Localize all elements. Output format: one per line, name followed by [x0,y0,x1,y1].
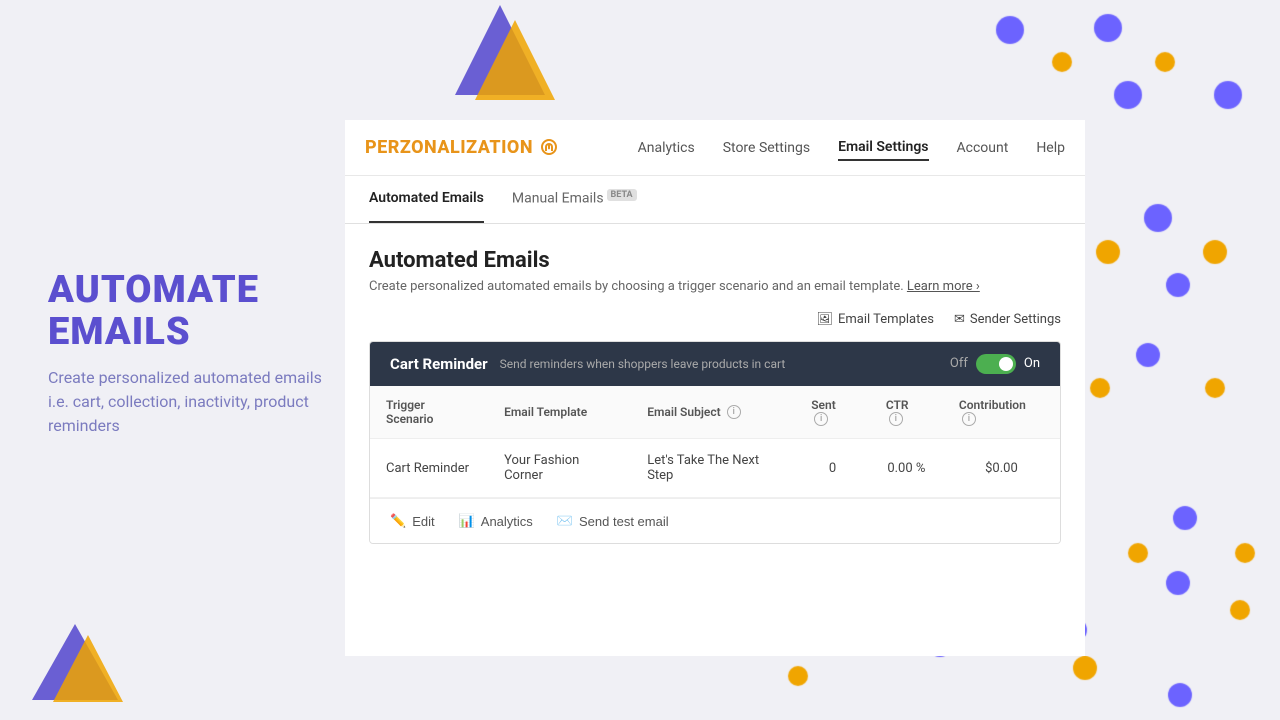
cell-sent: 0 [795,439,870,498]
table-container: Trigger Scenario Email Template Email Su… [370,386,1060,499]
analytics-button[interactable]: 📊 Analytics [459,513,533,529]
cell-subject: Let's Take The Next Step [631,439,795,498]
sent-info-icon: i [814,412,828,426]
learn-more-link[interactable]: Learn more › [907,279,980,294]
toggle-off-label: Off [950,356,968,371]
nav-logo: PERZONALIZATION [365,137,557,158]
card-footer: ✏️ Edit 📊 Analytics ✉️ Send test email [370,498,1060,543]
th-contribution: Contribution i [943,386,1060,439]
cart-reminder-card: Cart Reminder Send reminders when shoppe… [369,341,1061,545]
top-logo [435,0,565,115]
th-subject: Email Subject i [631,386,795,439]
nav-help[interactable]: Help [1036,136,1065,160]
th-sent: Sent i [795,386,870,439]
nav-account[interactable]: Account [957,136,1009,160]
hero-section: AUTOMATE EMAILS Create personalized auto… [48,270,338,438]
nav-links: Analytics Store Settings Email Settings … [638,135,1065,161]
content-area: Automated Emails Create personalized aut… [345,224,1085,545]
data-table: Trigger Scenario Email Template Email Su… [370,386,1060,499]
cart-reminder-desc: Send reminders when shoppers leave produ… [500,357,950,371]
bottom-logo [28,620,123,705]
page-description: Create personalized automated emails by … [369,279,1061,294]
cell-template: Your Fashion Corner [488,439,631,498]
cell-contribution: $0.00 [943,439,1060,498]
email-templates-link[interactable]: 🖼 Email Templates [816,312,933,327]
ctr-info-icon: i [889,412,903,426]
th-trigger: Trigger Scenario [370,386,488,439]
email-templates-icon: 🖼 [816,312,833,327]
send-test-email-button[interactable]: ✉️ Send test email [557,513,669,529]
hero-title: AUTOMATE EMAILS [48,270,338,354]
hero-subtitle: Create personalized automated emails i.e… [48,366,338,438]
tabs-bar: Automated Emails Manual EmailsBETA [345,176,1085,224]
action-links: 🖼 Email Templates ✉ Sender Settings [369,312,1061,327]
tab-automated-emails[interactable]: Automated Emails [369,176,484,223]
analytics-icon: 📊 [459,513,475,529]
page-title: Automated Emails [369,248,1061,273]
table-header-row: Trigger Scenario Email Template Email Su… [370,386,1060,439]
nav-email-settings[interactable]: Email Settings [838,135,928,161]
nav-store-settings[interactable]: Store Settings [723,136,810,160]
cart-reminder-title: Cart Reminder [390,355,488,373]
tab-manual-emails[interactable]: Manual EmailsBETA [512,176,637,223]
toggle-wrap: Off On [950,354,1040,374]
subject-info-icon: i [727,405,741,419]
table-row: Cart Reminder Your Fashion Corner Let's … [370,439,1060,498]
card-header: Cart Reminder Send reminders when shoppe… [370,342,1060,386]
edit-icon: ✏️ [390,513,406,529]
contribution-info-icon: i [962,412,976,426]
edit-button[interactable]: ✏️ Edit [390,513,435,529]
sender-settings-link[interactable]: ✉ Sender Settings [954,312,1061,327]
page-body: Automated Emails Manual EmailsBETA Autom… [345,176,1085,656]
th-template: Email Template [488,386,631,439]
th-ctr: CTR i [870,386,943,439]
send-test-icon: ✉️ [557,513,573,529]
toggle-on-label: On [1024,356,1040,371]
nav-analytics[interactable]: Analytics [638,136,695,160]
sender-settings-icon: ✉ [954,312,965,327]
cart-reminder-toggle[interactable] [976,354,1016,374]
cell-ctr: 0.00 % [870,439,943,498]
cell-trigger: Cart Reminder [370,439,488,498]
navbar: PERZONALIZATION Analytics Store Settings… [345,120,1085,176]
